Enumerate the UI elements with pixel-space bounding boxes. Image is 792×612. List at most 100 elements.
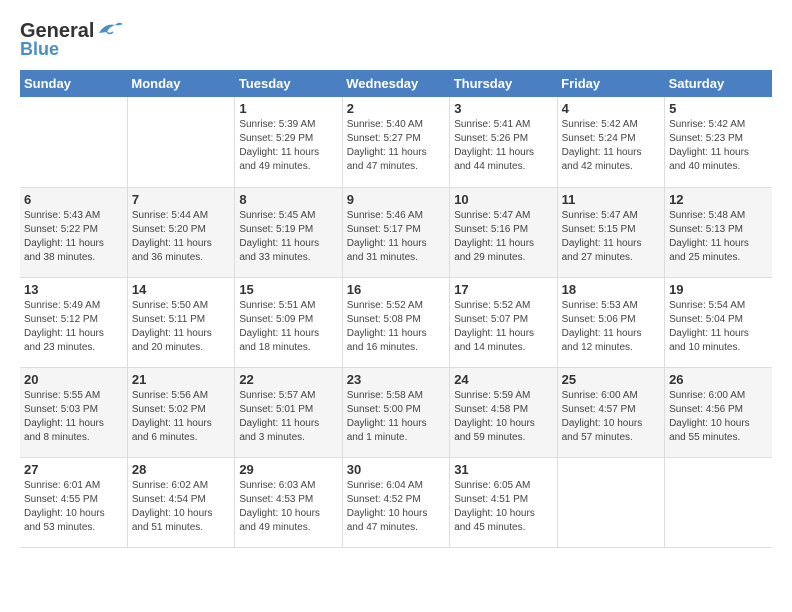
day-info: Sunrise: 5:57 AM Sunset: 5:01 PM Dayligh… [239, 389, 337, 445]
calendar-day: 26 Sunrise: 6:00 AM Sunset: 4:56 PM Dayli… [665, 367, 772, 457]
calendar-day: 4 Sunrise: 5:42 AM Sunset: 5:24 PM Daylig… [557, 97, 664, 187]
day-number: 14 [132, 282, 230, 297]
day-number: 27 [24, 462, 123, 477]
column-header-saturday: Saturday [665, 70, 772, 97]
column-header-monday: Monday [127, 70, 234, 97]
logo: General Blue [20, 20, 123, 60]
day-info: Sunrise: 6:00 AM Sunset: 4:56 PM Dayligh… [669, 389, 768, 445]
day-info: Sunrise: 6:04 AM Sunset: 4:52 PM Dayligh… [347, 479, 445, 535]
column-header-thursday: Thursday [450, 70, 557, 97]
logo-bird-icon [95, 19, 123, 37]
calendar-day: 30 Sunrise: 6:04 AM Sunset: 4:52 PM Dayli… [342, 457, 449, 547]
day-info: Sunrise: 5:52 AM Sunset: 5:07 PM Dayligh… [454, 299, 552, 355]
day-number: 30 [347, 462, 445, 477]
day-number: 21 [132, 372, 230, 387]
day-info: Sunrise: 6:02 AM Sunset: 4:54 PM Dayligh… [132, 479, 230, 535]
calendar-day: 6 Sunrise: 5:43 AM Sunset: 5:22 PM Daylig… [20, 187, 127, 277]
day-info: Sunrise: 5:52 AM Sunset: 5:08 PM Dayligh… [347, 299, 445, 355]
week-row: 1 Sunrise: 5:39 AM Sunset: 5:29 PM Daylig… [20, 97, 772, 187]
day-number: 8 [239, 192, 337, 207]
day-number: 9 [347, 192, 445, 207]
day-number: 31 [454, 462, 552, 477]
calendar-day: 1 Sunrise: 5:39 AM Sunset: 5:29 PM Daylig… [235, 97, 342, 187]
day-number: 19 [669, 282, 768, 297]
calendar-day [557, 457, 664, 547]
calendar-day: 27 Sunrise: 6:01 AM Sunset: 4:55 PM Dayli… [20, 457, 127, 547]
column-header-wednesday: Wednesday [342, 70, 449, 97]
day-info: Sunrise: 5:41 AM Sunset: 5:26 PM Dayligh… [454, 118, 552, 174]
week-row: 27 Sunrise: 6:01 AM Sunset: 4:55 PM Dayli… [20, 457, 772, 547]
day-info: Sunrise: 5:50 AM Sunset: 5:11 PM Dayligh… [132, 299, 230, 355]
week-row: 13 Sunrise: 5:49 AM Sunset: 5:12 PM Dayli… [20, 277, 772, 367]
day-number: 23 [347, 372, 445, 387]
day-number: 2 [347, 101, 445, 116]
calendar-day: 10 Sunrise: 5:47 AM Sunset: 5:16 PM Dayli… [450, 187, 557, 277]
day-number: 15 [239, 282, 337, 297]
calendar-day: 12Sunrise: 5:48 AM Sunset: 5:13 PM Dayli… [665, 187, 772, 277]
day-number: 1 [239, 101, 337, 116]
day-number: 10 [454, 192, 552, 207]
day-info: Sunrise: 5:53 AM Sunset: 5:06 PM Dayligh… [562, 299, 660, 355]
calendar-day: 17 Sunrise: 5:52 AM Sunset: 5:07 PM Dayli… [450, 277, 557, 367]
day-number: 16 [347, 282, 445, 297]
day-number: 17 [454, 282, 552, 297]
day-number: 13 [24, 282, 123, 297]
calendar-day: 22 Sunrise: 5:57 AM Sunset: 5:01 PM Dayli… [235, 367, 342, 457]
day-number: 22 [239, 372, 337, 387]
day-number: 7 [132, 192, 230, 207]
day-info: Sunrise: 5:59 AM Sunset: 4:58 PM Dayligh… [454, 389, 552, 445]
column-header-sunday: Sunday [20, 70, 127, 97]
calendar-day: 18 Sunrise: 5:53 AM Sunset: 5:06 PM Dayli… [557, 277, 664, 367]
day-info: Sunrise: 5:55 AM Sunset: 5:03 PM Dayligh… [24, 389, 123, 445]
week-row: 20 Sunrise: 5:55 AM Sunset: 5:03 PM Dayli… [20, 367, 772, 457]
calendar-day [665, 457, 772, 547]
day-info: Sunrise: 5:42 AM Sunset: 5:23 PM Dayligh… [669, 118, 768, 174]
day-info: Sunrise: 5:39 AM Sunset: 5:29 PM Dayligh… [239, 118, 337, 174]
calendar-table: SundayMondayTuesdayWednesdayThursdayFrid… [20, 70, 772, 548]
day-info: Sunrise: 6:01 AM Sunset: 4:55 PM Dayligh… [24, 479, 123, 535]
day-info: Sunrise: 5:54 AM Sunset: 5:04 PM Dayligh… [669, 299, 768, 355]
calendar-day: 20 Sunrise: 5:55 AM Sunset: 5:03 PM Dayli… [20, 367, 127, 457]
day-info: Sunrise: 5:43 AM Sunset: 5:22 PM Dayligh… [24, 209, 123, 265]
calendar-body: 1 Sunrise: 5:39 AM Sunset: 5:29 PM Daylig… [20, 97, 772, 547]
day-info: Sunrise: 5:47 AM Sunset: 5:16 PM Dayligh… [454, 209, 552, 265]
calendar-day: 5 Sunrise: 5:42 AM Sunset: 5:23 PM Daylig… [665, 97, 772, 187]
day-info: Sunrise: 5:51 AM Sunset: 5:09 PM Dayligh… [239, 299, 337, 355]
calendar-day: 29 Sunrise: 6:03 AM Sunset: 4:53 PM Dayli… [235, 457, 342, 547]
day-number: 5 [669, 101, 768, 116]
calendar-day: 31Sunrise: 6:05 AM Sunset: 4:51 PM Dayli… [450, 457, 557, 547]
column-header-tuesday: Tuesday [235, 70, 342, 97]
day-number: 25 [562, 372, 660, 387]
day-number: 3 [454, 101, 552, 116]
day-info: Sunrise: 5:45 AM Sunset: 5:19 PM Dayligh… [239, 209, 337, 265]
calendar-header: SundayMondayTuesdayWednesdayThursdayFrid… [20, 70, 772, 97]
day-number: 26 [669, 372, 768, 387]
day-info: Sunrise: 5:46 AM Sunset: 5:17 PM Dayligh… [347, 209, 445, 265]
calendar-day: 16 Sunrise: 5:52 AM Sunset: 5:08 PM Dayli… [342, 277, 449, 367]
day-info: Sunrise: 5:58 AM Sunset: 5:00 PM Dayligh… [347, 389, 445, 445]
day-number: 28 [132, 462, 230, 477]
calendar-day: 28 Sunrise: 6:02 AM Sunset: 4:54 PM Dayli… [127, 457, 234, 547]
header-row: SundayMondayTuesdayWednesdayThursdayFrid… [20, 70, 772, 97]
logo-blue-text: Blue [20, 39, 59, 60]
calendar-day: 13 Sunrise: 5:49 AM Sunset: 5:12 PM Dayli… [20, 277, 127, 367]
day-number: 29 [239, 462, 337, 477]
calendar-day: 8 Sunrise: 5:45 AM Sunset: 5:19 PM Daylig… [235, 187, 342, 277]
day-number: 4 [562, 101, 660, 116]
calendar-day: 3 Sunrise: 5:41 AM Sunset: 5:26 PM Daylig… [450, 97, 557, 187]
calendar-day: 21 Sunrise: 5:56 AM Sunset: 5:02 PM Dayli… [127, 367, 234, 457]
day-info: Sunrise: 5:44 AM Sunset: 5:20 PM Dayligh… [132, 209, 230, 265]
page-header: General Blue [20, 20, 772, 60]
day-info: Sunrise: 6:03 AM Sunset: 4:53 PM Dayligh… [239, 479, 337, 535]
calendar-day: 9 Sunrise: 5:46 AM Sunset: 5:17 PM Daylig… [342, 187, 449, 277]
day-info: Sunrise: 5:40 AM Sunset: 5:27 PM Dayligh… [347, 118, 445, 174]
day-number: 18 [562, 282, 660, 297]
day-info: Sunrise: 5:56 AM Sunset: 5:02 PM Dayligh… [132, 389, 230, 445]
day-info: Sunrise: 5:42 AM Sunset: 5:24 PM Dayligh… [562, 118, 660, 174]
day-info: Sunrise: 5:49 AM Sunset: 5:12 PM Dayligh… [24, 299, 123, 355]
calendar-day: 15 Sunrise: 5:51 AM Sunset: 5:09 PM Dayli… [235, 277, 342, 367]
day-number: 6 [24, 192, 123, 207]
column-header-friday: Friday [557, 70, 664, 97]
calendar-day: 11Sunrise: 5:47 AM Sunset: 5:15 PM Dayli… [557, 187, 664, 277]
day-number: 20 [24, 372, 123, 387]
